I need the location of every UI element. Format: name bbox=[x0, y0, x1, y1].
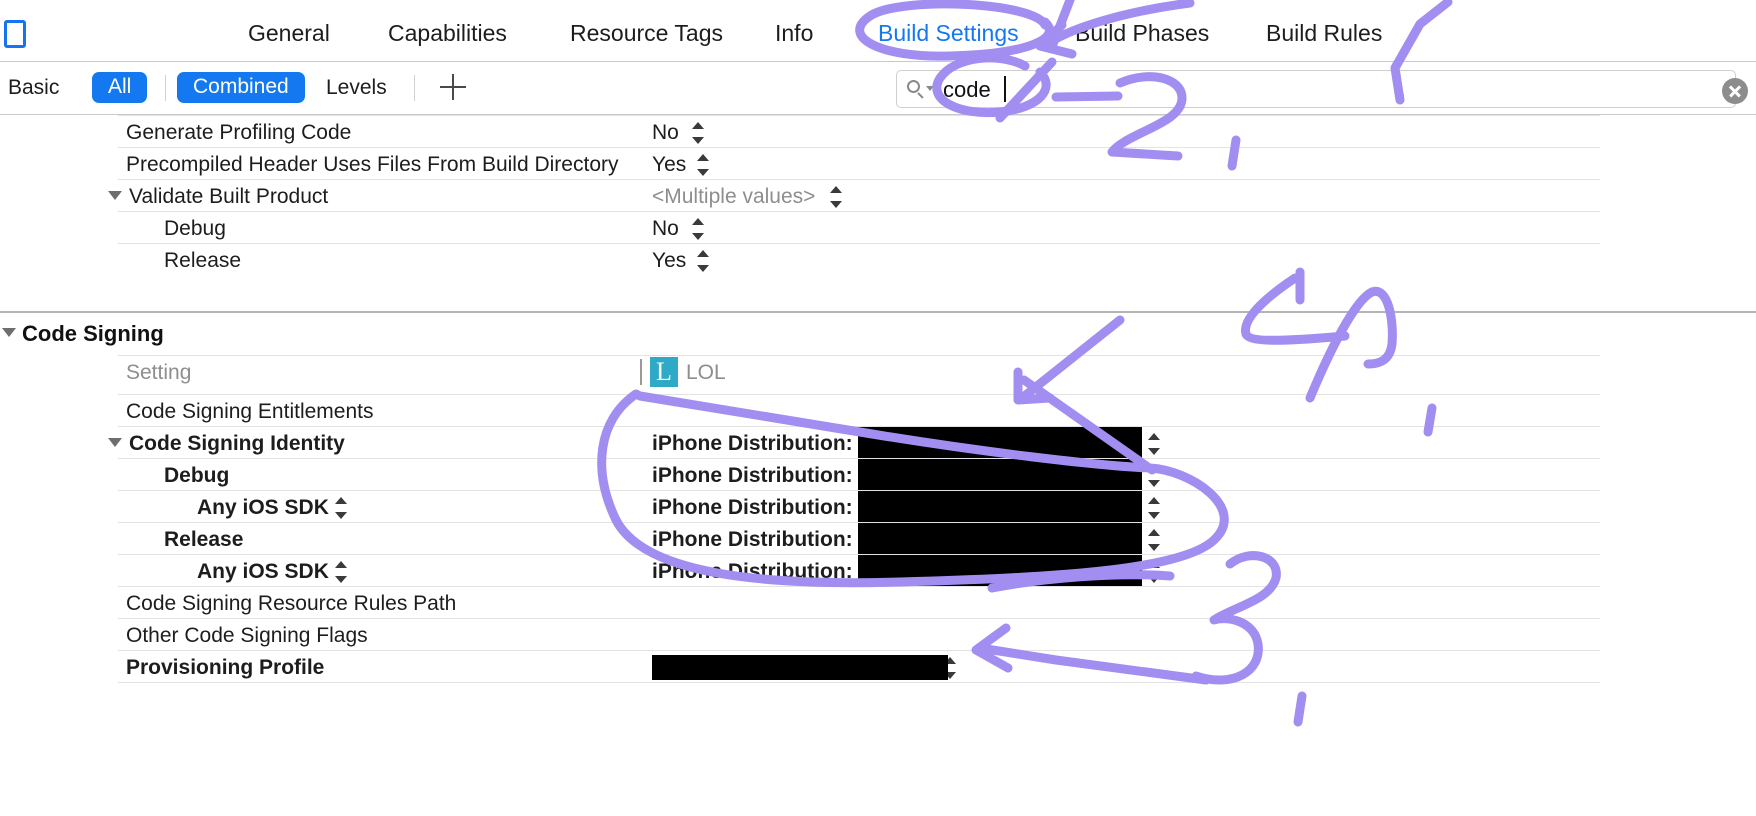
setting-row[interactable]: Provisioning Profile bbox=[0, 651, 1756, 683]
setting-name: Provisioning Profile bbox=[126, 656, 325, 679]
chevron-down-icon[interactable] bbox=[926, 86, 934, 91]
value-stepper-icon[interactable] bbox=[1148, 497, 1160, 519]
filter-divider-1 bbox=[165, 75, 166, 101]
setting-row[interactable]: Code Signing Resource Rules Path bbox=[0, 587, 1756, 619]
filter-bar: Basic All Combined Levels code bbox=[0, 62, 1756, 115]
setting-row[interactable]: Code Signing Identity iPhone Distribution… bbox=[0, 427, 1756, 459]
section-header-code-signing[interactable]: Code Signing bbox=[0, 318, 1756, 350]
setting-name: Code Signing Identity bbox=[129, 432, 345, 455]
filter-all-button[interactable]: All bbox=[92, 72, 148, 103]
value-stepper-icon[interactable] bbox=[692, 122, 704, 144]
filter-divider-2 bbox=[414, 75, 415, 101]
section-title: Code Signing bbox=[22, 321, 164, 346]
add-setting-button[interactable] bbox=[440, 72, 468, 102]
section-disclosure-triangle-down-icon[interactable] bbox=[2, 328, 16, 337]
search-field[interactable]: code bbox=[896, 70, 1736, 108]
setting-name: Any iOS SDK bbox=[197, 560, 329, 583]
setting-value[interactable]: iPhone Distribution: bbox=[652, 560, 853, 584]
setting-value[interactable]: iPhone Distribution: bbox=[652, 528, 853, 552]
setting-row[interactable]: Debug No bbox=[0, 212, 1756, 244]
badge-divider bbox=[640, 359, 642, 385]
tab-build-rules[interactable]: Build Rules bbox=[1266, 20, 1382, 47]
value-stepper-icon[interactable] bbox=[1148, 433, 1160, 455]
setting-name: Release bbox=[164, 528, 244, 551]
row-separator bbox=[118, 682, 1600, 683]
setting-name: Code Signing Resource Rules Path bbox=[126, 592, 457, 615]
filter-combined-button[interactable]: Combined bbox=[177, 72, 305, 103]
sdk-stepper-icon[interactable] bbox=[335, 561, 347, 583]
setting-name: Other Code Signing Flags bbox=[126, 624, 368, 647]
setting-name: Any iOS SDK bbox=[197, 496, 329, 519]
setting-row[interactable]: Precompiled Header Uses Files From Build… bbox=[0, 148, 1756, 180]
tab-bar: General Capabilities Resource Tags Info Buil… bbox=[0, 0, 1756, 62]
redaction-block bbox=[652, 655, 948, 680]
value-stepper-icon[interactable] bbox=[1148, 561, 1160, 583]
redaction-block bbox=[858, 523, 1142, 555]
value-stepper-icon[interactable] bbox=[1148, 529, 1160, 551]
setting-row[interactable]: Generate Profiling Code No bbox=[0, 116, 1756, 148]
filter-levels-button[interactable]: Levels bbox=[326, 76, 387, 100]
tab-capabilities[interactable]: Capabilities bbox=[388, 20, 507, 47]
magnifier-icon bbox=[907, 80, 926, 99]
setting-row[interactable]: Other Code Signing Flags bbox=[0, 619, 1756, 651]
clear-search-icon[interactable] bbox=[1722, 78, 1748, 104]
redaction-block bbox=[858, 555, 1142, 587]
redaction-block bbox=[858, 459, 1142, 491]
setting-value[interactable]: Yes bbox=[652, 249, 686, 273]
setting-row[interactable]: Any iOS SDK iPhone Distribution: bbox=[0, 555, 1756, 587]
setting-value[interactable]: iPhone Distribution: bbox=[652, 432, 853, 456]
setting-row[interactable]: Release iPhone Distribution: bbox=[0, 523, 1756, 555]
setting-name: Code Signing Entitlements bbox=[126, 400, 374, 423]
build-settings-table: Generate Profiling Code No Precompiled Hea… bbox=[0, 115, 1756, 816]
section-divider bbox=[0, 311, 1756, 313]
setting-name: Debug bbox=[164, 464, 230, 487]
disclosure-triangle-down-icon[interactable] bbox=[108, 438, 122, 447]
setting-name: Setting bbox=[126, 361, 192, 384]
disclosure-triangle-down-icon[interactable] bbox=[108, 191, 122, 200]
sdk-stepper-icon[interactable] bbox=[335, 497, 347, 519]
value-stepper-icon[interactable] bbox=[830, 186, 842, 208]
tab-build-settings[interactable]: Build Settings bbox=[878, 20, 1019, 47]
tab-general[interactable]: General bbox=[248, 20, 330, 47]
lol-app-icon: L bbox=[650, 357, 678, 387]
setting-name: Precompiled Header Uses Files From Build… bbox=[126, 153, 619, 176]
setting-value[interactable]: No bbox=[652, 121, 679, 145]
search-input[interactable]: code bbox=[943, 77, 991, 103]
text-caret bbox=[1004, 76, 1006, 102]
setting-value[interactable]: <Multiple values> bbox=[652, 185, 815, 209]
setting-name: Generate Profiling Code bbox=[126, 121, 352, 144]
setting-value[interactable]: Yes bbox=[652, 153, 686, 177]
setting-name: Validate Built Product bbox=[129, 185, 329, 208]
value-stepper-icon[interactable] bbox=[1148, 465, 1160, 487]
setting-row[interactable]: Setting L LOL bbox=[0, 356, 1756, 388]
setting-name: Release bbox=[164, 249, 242, 272]
tab-build-phases[interactable]: Build Phases bbox=[1075, 20, 1209, 47]
setting-value[interactable]: iPhone Distribution: bbox=[652, 496, 853, 520]
filter-basic-button[interactable]: Basic bbox=[8, 76, 59, 100]
setting-row[interactable]: Validate Built Product <Multiple values> bbox=[0, 180, 1756, 212]
value-stepper-icon[interactable] bbox=[697, 250, 709, 272]
setting-row[interactable]: Any iOS SDK iPhone Distribution: bbox=[0, 491, 1756, 523]
setting-row[interactable]: Release Yes bbox=[0, 244, 1756, 276]
tab-info[interactable]: Info bbox=[775, 20, 813, 47]
setting-name: Debug bbox=[164, 217, 226, 240]
setting-row[interactable]: Debug iPhone Distribution: bbox=[0, 459, 1756, 491]
tab-resource-tags[interactable]: Resource Tags bbox=[570, 20, 723, 47]
setting-value[interactable]: iPhone Distribution: bbox=[652, 464, 853, 488]
value-stepper-icon[interactable] bbox=[697, 154, 709, 176]
value-stepper-icon[interactable] bbox=[692, 218, 704, 240]
lol-target-label: LOL bbox=[686, 361, 726, 384]
tab-list: General Capabilities Resource Tags Info Buil… bbox=[0, 0, 1756, 62]
setting-row[interactable]: Code Signing Entitlements bbox=[0, 395, 1756, 427]
redaction-block bbox=[858, 491, 1142, 523]
redaction-block bbox=[858, 427, 1142, 459]
setting-value[interactable]: No bbox=[652, 217, 679, 241]
